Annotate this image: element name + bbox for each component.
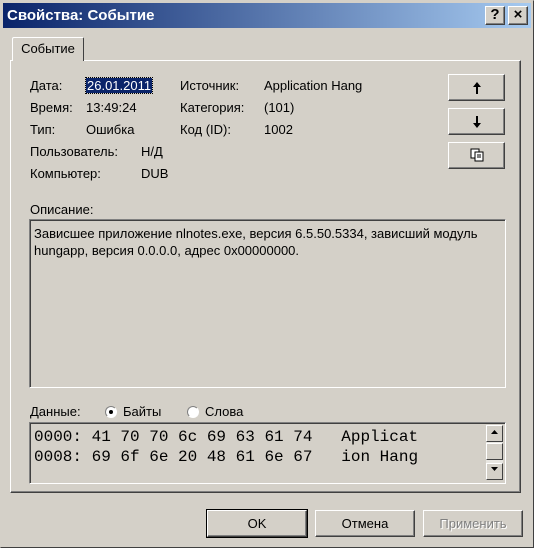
arrow-down-icon — [472, 116, 481, 128]
bytes-radio-label[interactable]: Байты — [123, 404, 161, 419]
scroll-up-icon — [491, 430, 498, 434]
source-value: Application Hang — [264, 78, 363, 93]
date-label: Дата: — [30, 78, 63, 93]
description-box[interactable]: Зависшее приложение nlnotes.exe, версия … — [29, 219, 506, 388]
previous-event-button[interactable] — [448, 74, 505, 101]
date-value[interactable]: 26.01.2011 — [84, 77, 154, 94]
arrow-up-icon — [472, 82, 481, 94]
tab-event[interactable]: Событие — [12, 37, 84, 61]
title-bar[interactable]: Свойства: Событие ? × — [3, 3, 531, 28]
source-label: Источник: — [180, 78, 240, 93]
category-label: Категория: — [180, 100, 245, 115]
properties-window: Свойства: Событие ? × Событие Дата: 26.0… — [0, 0, 534, 548]
data-box[interactable]: 0000: 41 70 70 6c 69 63 61 74 Applicat 0… — [29, 422, 506, 484]
time-value: 13:49:24 — [86, 100, 137, 115]
data-scrollbar[interactable] — [486, 425, 503, 480]
category-value: (101) — [264, 100, 295, 115]
user-label: Пользователь: — [30, 144, 118, 159]
description-text: Зависшее приложение nlnotes.exe, версия … — [34, 226, 478, 258]
window-title: Свойства: Событие — [7, 7, 155, 24]
scroll-up-button[interactable] — [486, 425, 503, 442]
data-line-2: 0008: 69 6f 6e 20 48 61 6e 67 ion Hang — [34, 448, 419, 466]
description-label: Описание: — [30, 202, 94, 217]
tab-panel: Дата: 26.01.2011 Время: 13:49:24 Тип: Ош… — [10, 60, 521, 493]
data-label: Данные: — [30, 404, 81, 419]
user-value: Н/Д — [141, 144, 163, 159]
scroll-down-icon — [491, 467, 498, 471]
ok-button[interactable]: OK — [207, 510, 307, 537]
time-label: Время: — [30, 100, 73, 115]
help-button[interactable]: ? — [485, 6, 505, 25]
copy-button[interactable] — [448, 142, 505, 169]
close-button[interactable]: × — [508, 6, 528, 25]
event-id-value: 1002 — [264, 122, 293, 137]
data-line-1: 0000: 41 70 70 6c 69 63 61 74 Applicat — [34, 428, 419, 446]
type-label: Тип: — [30, 122, 56, 137]
copy-icon — [470, 148, 483, 162]
next-event-button[interactable] — [448, 108, 505, 135]
radio-selected-dot — [109, 410, 113, 414]
scroll-thumb[interactable] — [486, 443, 503, 460]
computer-value: DUB — [141, 166, 169, 181]
event-id-label: Код (ID): — [180, 122, 231, 137]
type-value: Ошибка — [86, 122, 135, 137]
apply-button[interactable]: Применить — [423, 510, 523, 537]
computer-label: Компьютер: — [30, 166, 101, 181]
words-radio-label[interactable]: Слова — [205, 404, 243, 419]
cancel-button[interactable]: Отмена — [315, 510, 415, 537]
scroll-down-button[interactable] — [486, 463, 503, 480]
bytes-radio[interactable] — [105, 406, 117, 418]
words-radio[interactable] — [187, 406, 199, 418]
